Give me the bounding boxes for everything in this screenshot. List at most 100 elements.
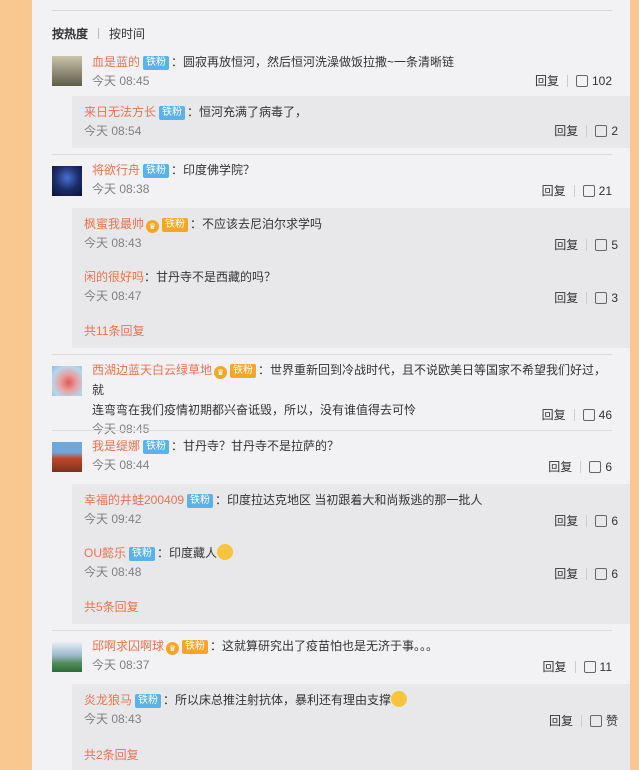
fan-badge[interactable]: 铁粉: [182, 640, 209, 654]
comment-divider: [52, 630, 612, 631]
like-button[interactable]: 6: [595, 565, 618, 583]
fan-badge[interactable]: 铁粉: [143, 164, 170, 178]
like-button[interactable]: 2: [595, 122, 618, 140]
reply-username[interactable]: 枫蜜我最帅: [84, 217, 144, 231]
comment-actions: 回复 6: [548, 458, 612, 476]
reply-text: ：印度藏人: [157, 546, 218, 560]
fan-badge[interactable]: 铁粉: [187, 494, 214, 508]
reply-button[interactable]: 回复: [542, 408, 566, 422]
reply-time: 今天 08:47: [84, 289, 142, 303]
comment-username[interactable]: 我是缇娜: [92, 439, 140, 453]
reply-actions: 回复 2: [554, 122, 618, 140]
reply-button[interactable]: 回复: [554, 124, 578, 138]
reply-button[interactable]: 回复: [549, 714, 573, 728]
avatar[interactable]: [52, 56, 82, 86]
reply-username[interactable]: 炎龙狼马: [84, 693, 132, 707]
comment-username[interactable]: 邱啊求囚啊球: [92, 639, 164, 653]
reply-username[interactable]: OU懿乐: [84, 546, 126, 560]
reply-button[interactable]: 回复: [535, 74, 559, 88]
fan-badge[interactable]: 铁粉: [162, 218, 189, 232]
reply-list: 来日无法方长 铁粉 ：恒河充满了病毒了， 今天 08:54 回复 2: [72, 96, 630, 148]
like-count: 3: [611, 291, 618, 305]
like-count: 2: [611, 124, 618, 138]
reply-username[interactable]: 闲的很好吗: [84, 270, 144, 284]
comment-username[interactable]: 将欲行舟: [92, 163, 140, 177]
avatar[interactable]: [52, 642, 82, 672]
avatar[interactable]: [52, 366, 82, 396]
like-button[interactable]: 102: [575, 72, 612, 90]
comment-actions: 回复 21: [542, 182, 612, 200]
reply-actions: 回复 6: [554, 565, 618, 583]
comment-item: 我是缇娜 铁粉 ：甘丹寺？甘丹寺不是拉萨的？ 今天 08:44 回复 6: [52, 436, 612, 476]
reply-button[interactable]: 回复: [548, 460, 572, 474]
reply-button[interactable]: 回复: [554, 567, 578, 581]
fan-badge[interactable]: 铁粉: [230, 364, 257, 378]
more-replies-link[interactable]: 共11条回复: [84, 322, 144, 340]
reply-text: ：恒河充满了病毒了，: [187, 105, 308, 119]
comment-item: 西湖边蓝天白云绿草地 ♛ 铁粉 ：世界重新回到冷战时代，且不说欧美日等国家不希望我们好…: [52, 360, 612, 436]
like-button[interactable]: 5: [595, 236, 618, 254]
comment-text: ：印度佛学院？: [171, 163, 256, 177]
reply-button[interactable]: 回复: [543, 660, 567, 674]
fan-badge[interactable]: 铁粉: [159, 106, 186, 120]
comment-username[interactable]: 西湖边蓝天白云绿草地: [92, 363, 212, 377]
comment-actions: 回复 102: [535, 72, 612, 90]
reply-username[interactable]: 来日无法方长: [84, 105, 156, 119]
reply-item: 炎龙狼马 铁粉 ：所以床总推注射抗体，暴利还有理由支撑 今天 08:43 回复 赞: [84, 690, 618, 728]
comment-item: 将欲行舟 铁粉 ：印度佛学院？ 今天 08:38 回复 21: [52, 160, 612, 200]
thumbs-up-icon: [595, 568, 608, 580]
like-button[interactable]: 46: [582, 406, 612, 424]
reply-list: 幸福的井蛙200409 铁粉 ：印度拉达克地区 当初跟着大和尚叛逃的那一批人 今天 …: [72, 484, 630, 624]
crown-icon: ♛: [146, 220, 160, 233]
like-button[interactable]: 21: [582, 182, 612, 200]
avatar[interactable]: [52, 166, 82, 196]
comment-text: ：甘丹寺？甘丹寺不是拉萨的？: [171, 439, 340, 453]
like-button[interactable]: 6: [589, 458, 612, 476]
avatar[interactable]: [52, 442, 82, 472]
reply-item: 闲的很好吗：甘丹寺不是西藏的吗？ 今天 08:47 回复 3: [84, 267, 618, 305]
reply-button[interactable]: 回复: [554, 238, 578, 252]
like-button[interactable]: 赞: [589, 712, 618, 730]
thumbs-up-icon: [582, 185, 595, 197]
comment-body: 将欲行舟 铁粉 ：印度佛学院？ 今天 08:38 回复 21: [92, 160, 612, 198]
comment-time: 今天 08:44: [92, 458, 150, 472]
like-count: 11: [599, 660, 612, 674]
comment-text: ：这就算研究出了疫苗怕也是无济于事。。。: [210, 639, 439, 653]
like-count: 赞: [605, 714, 618, 728]
like-button[interactable]: 3: [595, 289, 618, 307]
reply-actions: 回复 3: [554, 289, 618, 307]
comment-body: 西湖边蓝天白云绿草地 ♛ 铁粉 ：世界重新回到冷战时代，且不说欧美日等国家不希望我们好…: [92, 360, 612, 438]
reply-button[interactable]: 回复: [554, 514, 578, 528]
reply-actions: 回复 6: [554, 512, 618, 530]
fan-badge[interactable]: 铁粉: [143, 56, 170, 70]
more-replies-link[interactable]: 共2条回复: [84, 746, 139, 764]
comment-text: ：圆寂再放恒河，然后恒河洗澡做饭拉撒~一条清晰链: [171, 55, 455, 69]
smile-emoji-icon: [391, 691, 408, 707]
sort-separator: [98, 28, 100, 39]
sort-by-time-tab[interactable]: 按时间: [109, 27, 145, 41]
comment-item: 血是蓝的 铁粉 ：圆寂再放恒河，然后恒河洗澡做饭拉撒~一条清晰链 今天 08:45 …: [52, 52, 612, 92]
comment-body: 血是蓝的 铁粉 ：圆寂再放恒河，然后恒河洗澡做饭拉撒~一条清晰链 今天 08:45 …: [92, 52, 612, 90]
reply-username[interactable]: 幸福的井蛙200409: [84, 493, 184, 507]
reply-item: OU懿乐 铁粉 ：印度藏人 今天 08:48 回复 6: [84, 543, 618, 581]
more-replies-link[interactable]: 共5条回复: [84, 598, 139, 616]
top-divider: [52, 10, 612, 11]
reply-time: 今天 08:43: [84, 236, 142, 250]
comment-username[interactable]: 血是蓝的: [92, 55, 140, 69]
fan-badge[interactable]: 铁粉: [143, 440, 170, 454]
like-button[interactable]: 6: [595, 512, 618, 530]
thumbs-up-icon: [583, 661, 596, 673]
like-button[interactable]: 11: [583, 658, 612, 676]
reply-item: 枫蜜我最帅 ♛ 铁粉 ：不应该去尼泊尔求学吗 今天 08:43 回复 5: [84, 214, 618, 252]
fan-badge[interactable]: 铁粉: [135, 694, 162, 708]
thumbs-up-icon: [589, 715, 602, 727]
reply-item: 幸福的井蛙200409 铁粉 ：印度拉达克地区 当初跟着大和尚叛逃的那一批人 今天 …: [84, 490, 618, 528]
reply-actions: 回复 赞: [549, 712, 618, 730]
like-count: 5: [611, 238, 618, 252]
sort-bar: 按热度 按时间: [52, 25, 145, 42]
reply-button[interactable]: 回复: [554, 291, 578, 305]
sort-by-hot-tab[interactable]: 按热度: [52, 27, 88, 41]
fan-badge[interactable]: 铁粉: [129, 547, 156, 561]
crown-icon: ♛: [214, 366, 228, 379]
reply-button[interactable]: 回复: [542, 184, 566, 198]
